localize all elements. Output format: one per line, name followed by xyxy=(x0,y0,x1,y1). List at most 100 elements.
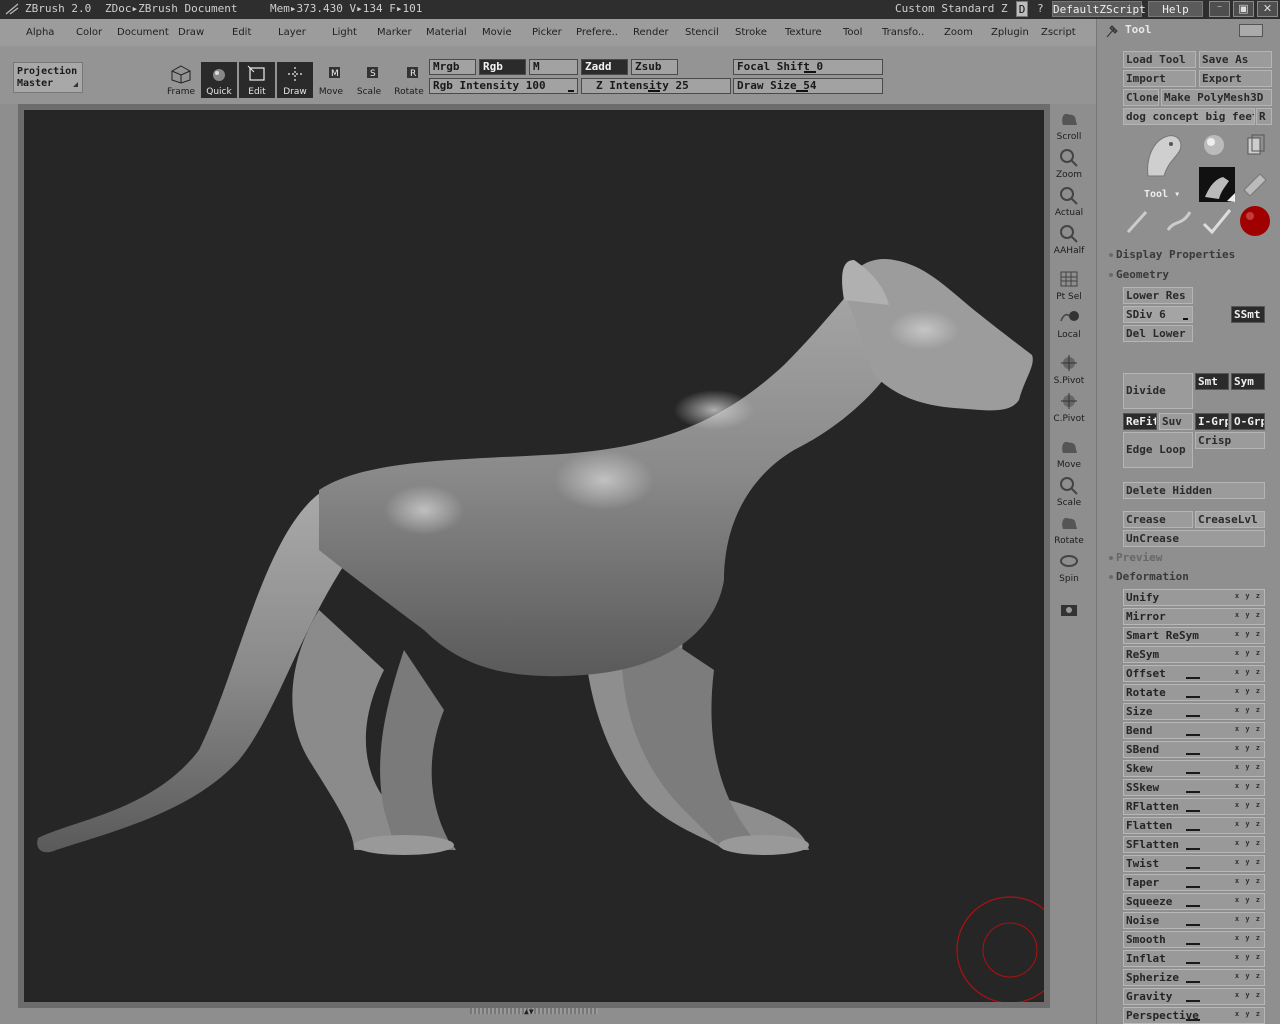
draw-button[interactable]: Draw xyxy=(277,62,313,98)
menu-document[interactable]: Document xyxy=(117,27,169,38)
xyz-axis-toggles[interactable]: x y z xyxy=(1235,589,1261,604)
save-as-button[interactable]: Save As xyxy=(1199,51,1272,68)
deformation-slider-handle[interactable] xyxy=(1186,905,1200,907)
deformation-slider-handle[interactable] xyxy=(1186,1019,1200,1021)
xyz-axis-toggles[interactable]: x y z xyxy=(1235,741,1261,756)
deformation-slider-handle[interactable] xyxy=(1186,734,1200,736)
sphere3d-tool-icon[interactable] xyxy=(1201,132,1227,161)
geometry-section[interactable]: Geometry xyxy=(1109,268,1169,281)
deformation-item-flatten[interactable]: Flatten x y z xyxy=(1123,817,1265,834)
zsub-toggle[interactable]: Zsub xyxy=(631,59,678,75)
menu-zplugin[interactable]: Zplugin xyxy=(991,27,1029,38)
pen-tool-icon[interactable] xyxy=(1124,206,1154,239)
preview-section[interactable]: Preview xyxy=(1108,551,1162,564)
deformation-slider-handle[interactable] xyxy=(1186,981,1200,983)
deformation-item-spherize[interactable]: Spherize x y z xyxy=(1123,969,1265,986)
refit-toggle[interactable]: ReFit xyxy=(1123,413,1157,430)
menu-zscript[interactable]: Zscript xyxy=(1041,27,1076,38)
menu-draw[interactable]: Draw xyxy=(178,27,204,38)
lower-res-button[interactable]: Lower Res xyxy=(1123,287,1193,304)
xyz-axis-toggles[interactable]: x y z xyxy=(1235,836,1261,851)
xyz-axis-toggles[interactable]: x y z xyxy=(1235,722,1261,737)
help-question[interactable]: ? xyxy=(1037,2,1044,15)
deformation-item-bend[interactable]: Bend x y z xyxy=(1123,722,1265,739)
s-pivot-button[interactable]: S.Pivot xyxy=(1052,352,1086,386)
deformation-slider-handle[interactable] xyxy=(1186,696,1200,698)
rgb-intensity-slider[interactable]: Rgb Intensity 100 xyxy=(429,78,578,94)
default-zscript-button[interactable]: DefaultZScript xyxy=(1052,1,1146,17)
deformation-item-unify[interactable]: Unify x y z xyxy=(1123,589,1265,606)
tool-dropdown[interactable]: Tool ▾ xyxy=(1144,189,1180,200)
deformation-item-squeeze[interactable]: Squeeze x y z xyxy=(1123,893,1265,910)
aahalf-button[interactable]: AAHalf xyxy=(1052,222,1086,256)
xyz-axis-toggles[interactable]: x y z xyxy=(1235,665,1261,680)
deformation-slider-handle[interactable] xyxy=(1186,1000,1200,1002)
display-properties-section[interactable]: Display Properties xyxy=(1108,248,1235,261)
deformation-item-inflat[interactable]: Inflat x y z xyxy=(1123,950,1265,967)
i-grp-toggle[interactable]: I-Grp xyxy=(1195,413,1229,430)
suv-toggle[interactable]: Suv xyxy=(1159,413,1193,430)
curve-tool-icon[interactable] xyxy=(1164,206,1194,239)
menu-transform[interactable]: Transfo.. xyxy=(882,27,924,38)
deformation-slider-handle[interactable] xyxy=(1186,772,1200,774)
deformation-slider-handle[interactable] xyxy=(1186,886,1200,888)
help-button[interactable]: Help xyxy=(1148,1,1203,17)
xyz-axis-toggles[interactable]: x y z xyxy=(1235,627,1261,642)
rgb-toggle[interactable]: Rgb xyxy=(479,59,526,75)
deformation-item-taper[interactable]: Taper x y z xyxy=(1123,874,1265,891)
sdiv-slider[interactable]: SDiv 6 xyxy=(1123,306,1193,323)
deformation-slider-handle[interactable] xyxy=(1186,677,1200,679)
palette-toggle-icon[interactable] xyxy=(1239,24,1263,37)
make-polymesh3d-button[interactable]: Make PolyMesh3D xyxy=(1161,89,1272,106)
move-button[interactable]: M Move xyxy=(313,62,349,98)
load-tool-button[interactable]: Load Tool xyxy=(1123,51,1196,68)
o-grp-toggle[interactable]: O-Grp xyxy=(1231,413,1265,430)
export-button[interactable]: Export xyxy=(1199,70,1272,87)
deformation-slider-handle[interactable] xyxy=(1186,924,1200,926)
brush-tool-icon[interactable] xyxy=(1200,206,1234,239)
camera-button[interactable] xyxy=(1052,596,1086,630)
deformation-item-twist[interactable]: Twist x y z xyxy=(1123,855,1265,872)
deformation-slider-handle[interactable] xyxy=(1186,715,1200,717)
xyz-axis-toggles[interactable]: x y z xyxy=(1235,1007,1261,1022)
deformation-item-size[interactable]: Size x y z xyxy=(1123,703,1265,720)
crisp-toggle[interactable]: Crisp xyxy=(1195,432,1265,449)
draw-size-slider[interactable]: Draw Size 54 xyxy=(733,78,883,94)
quick-button[interactable]: Quick xyxy=(201,62,237,98)
d-toggle[interactable]: D xyxy=(1016,1,1028,17)
xyz-axis-toggles[interactable]: x y z xyxy=(1235,779,1261,794)
xyz-axis-toggles[interactable]: x y z xyxy=(1235,969,1261,984)
deformation-item-mirror[interactable]: Mirror x y z xyxy=(1123,608,1265,625)
deformation-item-sflatten[interactable]: SFlatten x y z xyxy=(1123,836,1265,853)
crease-button[interactable]: Crease xyxy=(1123,511,1193,528)
document-canvas[interactable] xyxy=(24,110,1064,1004)
deformation-slider-handle[interactable] xyxy=(1186,848,1200,850)
focal-shift-slider[interactable]: Focal Shift 0 xyxy=(733,59,883,75)
deformation-item-sskew[interactable]: SSkew x y z xyxy=(1123,779,1265,796)
menu-alpha[interactable]: Alpha xyxy=(26,27,54,38)
import-button[interactable]: Import xyxy=(1123,70,1196,87)
material-sphere-icon[interactable] xyxy=(1239,205,1271,240)
menu-material[interactable]: Material xyxy=(426,27,467,38)
divide-button[interactable]: Divide xyxy=(1123,373,1193,409)
dock-move-button[interactable]: Move xyxy=(1052,436,1086,470)
xyz-axis-toggles[interactable]: x y z xyxy=(1235,912,1261,927)
deformation-slider-handle[interactable] xyxy=(1186,810,1200,812)
ssmt-toggle[interactable]: SSmt xyxy=(1231,306,1265,323)
del-lower-button[interactable]: Del Lower xyxy=(1123,325,1193,342)
xyz-axis-toggles[interactable]: x y z xyxy=(1235,760,1261,775)
delete-hidden-button[interactable]: Delete Hidden xyxy=(1123,482,1265,499)
zoom-button[interactable]: Zoom xyxy=(1052,146,1086,180)
close-icon[interactable]: ✕ xyxy=(1257,1,1278,17)
deformation-slider-handle[interactable] xyxy=(1186,753,1200,755)
actual-button[interactable]: Actual xyxy=(1052,184,1086,218)
menu-render[interactable]: Render xyxy=(633,27,669,38)
xyz-axis-toggles[interactable]: x y z xyxy=(1235,798,1261,813)
deformation-slider-handle[interactable] xyxy=(1186,943,1200,945)
edit-button[interactable]: Edit xyxy=(239,62,275,98)
smt-toggle[interactable]: Smt xyxy=(1195,373,1229,390)
deformation-item-smart-resym[interactable]: Smart ReSym x y z xyxy=(1123,627,1265,644)
menu-stroke[interactable]: Stroke xyxy=(735,27,767,38)
collapse-arrows-icon[interactable]: ▲▼ xyxy=(524,1007,534,1016)
xyz-axis-toggles[interactable]: x y z xyxy=(1235,931,1261,946)
